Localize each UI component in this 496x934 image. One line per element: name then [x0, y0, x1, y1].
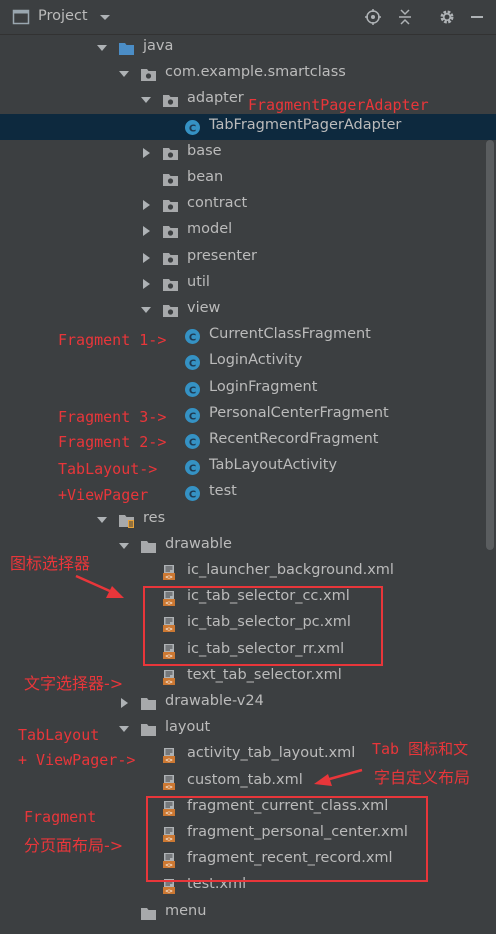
- tab-custom-arrow: [314, 768, 363, 786]
- icon-selector-arrow: [75, 574, 124, 598]
- annotation-arrows: [75, 574, 363, 786]
